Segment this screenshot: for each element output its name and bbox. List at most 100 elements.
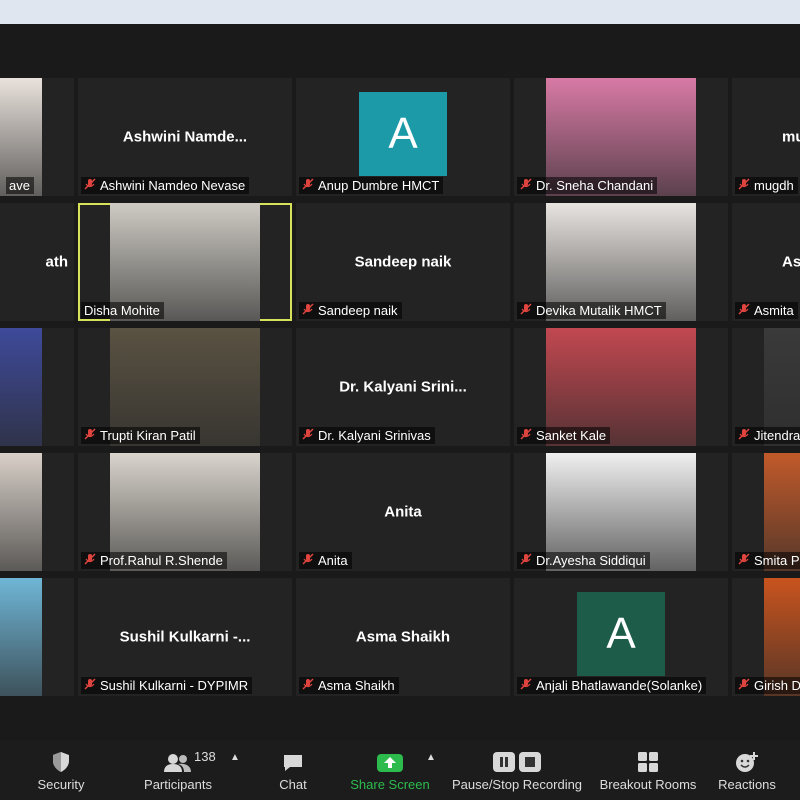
participant-name-label: ave xyxy=(6,177,34,194)
participant-tile[interactable]: Prof.Rahul R.Shende xyxy=(78,453,292,571)
muted-mic-icon xyxy=(520,303,532,318)
participant-tile[interactable]: Sushil Kulkarni -... Sushil Kulkarni - DY… xyxy=(78,578,292,696)
breakout-rooms-button[interactable]: Breakout Rooms xyxy=(598,740,698,800)
participant-video xyxy=(0,453,42,571)
participant-name-label: Sushil Kulkarni - DYPIMR xyxy=(81,677,253,694)
participants-icon xyxy=(164,754,191,772)
participant-name-text: Asma Shaikh xyxy=(318,678,395,693)
participant-tile[interactable]: ath xyxy=(0,203,74,321)
reactions-button[interactable]: Reactions xyxy=(714,740,780,800)
participant-name-label: Asma Shaikh xyxy=(299,677,399,694)
muted-mic-icon xyxy=(520,678,532,693)
participant-name-label: Jitendra xyxy=(735,427,800,444)
participant-name-label: Dr. Sneha Chandani xyxy=(517,177,658,194)
participant-name-label: Prof.Rahul R.Shende xyxy=(81,552,227,569)
participant-name-text: ave xyxy=(9,178,30,193)
share-screen-caret-icon[interactable]: ▲ xyxy=(426,752,436,763)
participant-tile[interactable]: mugd mugdh xyxy=(732,78,800,196)
participant-name-text: Dr.Ayesha Siddiqui xyxy=(536,553,646,568)
meeting-toolbar: Security Participants 138 ▲ Chat Share S… xyxy=(0,740,800,800)
security-button[interactable]: Security xyxy=(30,740,92,800)
breakout-rooms-icon xyxy=(638,752,658,772)
recording-label: Pause/Stop Recording xyxy=(451,777,583,792)
participant-tile[interactable]: As Asmita xyxy=(732,203,800,321)
participant-tile[interactable]: A Anjali Bhatlawande(Solanke) xyxy=(514,578,728,696)
participant-name-text: Dr. Kalyani Srinivas xyxy=(318,428,431,443)
muted-mic-icon xyxy=(520,553,532,568)
participant-display-name: mugd xyxy=(782,128,800,146)
participant-tile[interactable]: Jitendra xyxy=(732,328,800,446)
participant-tile[interactable]: Disha Mohite xyxy=(78,203,292,321)
participant-tile[interactable] xyxy=(0,578,74,696)
participant-tile[interactable]: Dr.Ayesha Siddiqui xyxy=(514,453,728,571)
participant-display-name: Sandeep naik xyxy=(354,253,452,271)
participant-name-label: Trupti Kiran Patil xyxy=(81,427,200,444)
participant-name-label: Disha Mohite xyxy=(81,302,164,319)
participant-name-label: Dr. Kalyani Srinivas xyxy=(299,427,435,444)
smiley-plus-icon xyxy=(736,752,758,772)
participant-avatar: A xyxy=(577,592,665,676)
window-title-bar xyxy=(0,0,800,24)
participant-name-text: Ashwini Namdeo Nevase xyxy=(100,178,246,193)
participant-tile[interactable]: A Anup Dumbre HMCT xyxy=(296,78,510,196)
participant-display-name: Dr. Kalyani Srini... xyxy=(339,378,467,396)
muted-mic-icon xyxy=(738,303,750,318)
share-screen-label: Share Screen xyxy=(350,777,430,792)
participant-display-name: As xyxy=(782,253,800,271)
participant-name-text: Sandeep naik xyxy=(318,303,398,318)
recording-button[interactable]: Pause/Stop Recording xyxy=(450,740,584,800)
participant-tile[interactable]: Dr. Kalyani Srini... Dr. Kalyani Srinivas xyxy=(296,328,510,446)
participant-name-text: Prof.Rahul R.Shende xyxy=(100,553,223,568)
participant-avatar: A xyxy=(359,92,447,176)
muted-mic-icon xyxy=(84,553,96,568)
muted-mic-icon xyxy=(520,178,532,193)
participants-caret-icon[interactable]: ▲ xyxy=(230,752,240,763)
participant-tile[interactable]: Anita Anita xyxy=(296,453,510,571)
muted-mic-icon xyxy=(738,678,750,693)
participant-video xyxy=(0,328,42,446)
muted-mic-icon xyxy=(302,428,314,443)
participant-tile[interactable]: Devika Mutalik HMCT xyxy=(514,203,728,321)
chat-icon xyxy=(284,755,302,771)
participant-name-text: Jitendra xyxy=(754,428,800,443)
participant-tile[interactable]: Ashwini Namde... Ashwini Namdeo Nevase xyxy=(78,78,292,196)
chat-button[interactable]: Chat xyxy=(268,740,318,800)
share-screen-icon xyxy=(377,754,403,772)
participant-name-label: Sanket Kale xyxy=(517,427,611,444)
muted-mic-icon xyxy=(302,553,314,568)
participant-tile[interactable]: Sanket Kale xyxy=(514,328,728,446)
participant-tile[interactable] xyxy=(0,453,74,571)
participant-name-text: Anjali Bhatlawande(Solanke) xyxy=(536,678,703,693)
pause-stop-icon xyxy=(493,752,541,772)
muted-mic-icon xyxy=(520,428,532,443)
participant-name-text: Anita xyxy=(318,553,348,568)
participant-name-text: Sanket Kale xyxy=(536,428,607,443)
security-label: Security xyxy=(37,777,85,792)
participant-tile[interactable]: Asma Shaikh Asma Shaikh xyxy=(296,578,510,696)
participant-tile[interactable] xyxy=(0,328,74,446)
participant-display-name: Sushil Kulkarni -... xyxy=(119,628,251,646)
participant-tile[interactable]: Sandeep naik Sandeep naik xyxy=(296,203,510,321)
participant-display-name: Ashwini Namde... xyxy=(122,128,248,146)
participant-name-label: Anjali Bhatlawande(Solanke) xyxy=(517,677,707,694)
participant-tile[interactable]: ave xyxy=(0,78,74,196)
participant-name-label: Smita P xyxy=(735,552,800,569)
participant-tile[interactable]: Trupti Kiran Patil xyxy=(78,328,292,446)
participant-display-name: Asma Shaikh xyxy=(355,628,451,646)
participant-name-text: Smita P xyxy=(754,553,800,568)
muted-mic-icon xyxy=(738,428,750,443)
participant-name-text: Anup Dumbre HMCT xyxy=(318,178,440,193)
participant-name-label: mugdh xyxy=(735,177,798,194)
participant-name-label: Asmita xyxy=(735,302,798,319)
participant-name-label: Dr.Ayesha Siddiqui xyxy=(517,552,650,569)
participant-name-label: Girish D xyxy=(735,677,800,694)
muted-mic-icon xyxy=(302,303,314,318)
shield-icon xyxy=(53,752,69,772)
gallery-view: ave Ashwini Namde... Ashwini Namdeo Nevase… xyxy=(0,24,800,740)
participant-tile[interactable]: Girish D xyxy=(732,578,800,696)
muted-mic-icon xyxy=(84,178,96,193)
participant-tile[interactable]: Smita P xyxy=(732,453,800,571)
chat-label: Chat xyxy=(279,777,307,792)
share-screen-button[interactable]: Share Screen xyxy=(350,740,430,800)
participant-tile[interactable]: Dr. Sneha Chandani xyxy=(514,78,728,196)
